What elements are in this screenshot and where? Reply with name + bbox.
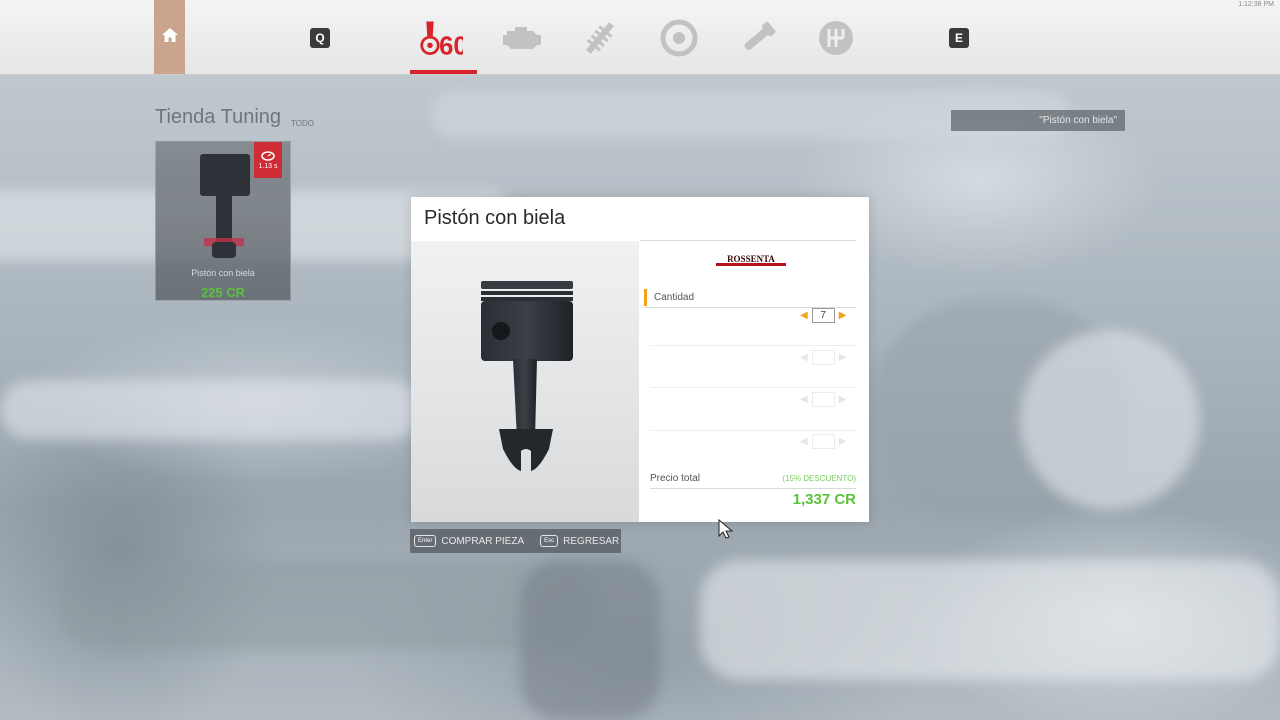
performance-badge: 1.13 s bbox=[254, 142, 282, 178]
back-button[interactable]: Esc REGRESAR bbox=[536, 535, 619, 547]
part-detail-dialog: Pistón con biela ROSSENTA Cantidad ◀ 7 ▶… bbox=[411, 197, 869, 522]
decrease-arrow-icon: ◀ bbox=[800, 393, 808, 405]
empty-value-box bbox=[811, 392, 835, 407]
decrease-arrow-icon: ◀ bbox=[800, 351, 808, 363]
stopwatch-icon bbox=[261, 150, 275, 163]
piston-thumbnail bbox=[200, 152, 250, 267]
gearbox-icon[interactable] bbox=[814, 16, 858, 60]
svg-text:60: 60 bbox=[439, 33, 463, 61]
piston-image bbox=[479, 279, 575, 484]
disabled-stepper: ◀ ▶ bbox=[800, 434, 846, 449]
enter-key-icon: Enter bbox=[414, 535, 437, 547]
top-navigation-bar: Q 60 E 1:12:38 PM bbox=[0, 0, 1280, 75]
mouse-cursor-icon bbox=[717, 518, 737, 545]
total-price-label: Precio total bbox=[650, 473, 701, 484]
action-hints-bar: Enter COMPRAR PIEZA Esc REGRESAR bbox=[410, 529, 621, 553]
disabled-stepper: ◀ ▶ bbox=[800, 350, 846, 365]
buy-part-label: COMPRAR PIEZA bbox=[441, 535, 525, 547]
decrease-arrow-icon: ◀ bbox=[800, 435, 808, 447]
increase-arrow-icon: ▶ bbox=[838, 435, 847, 447]
svg-text:ROSSENTA: ROSSENTA bbox=[727, 254, 775, 264]
back-label: REGRESAR bbox=[563, 535, 620, 547]
decrease-arrow-icon[interactable]: ◀ bbox=[800, 310, 808, 321]
increase-arrow-icon: ▶ bbox=[838, 351, 847, 363]
selected-row-marker bbox=[644, 289, 647, 306]
empty-value-box bbox=[811, 350, 835, 365]
row-divider bbox=[650, 345, 856, 346]
suspension-icon[interactable] bbox=[578, 16, 622, 60]
brakes-icon[interactable] bbox=[657, 16, 701, 60]
quantity-label: Cantidad bbox=[654, 292, 695, 303]
quantity-stepper[interactable]: ◀ 7 ▶ bbox=[800, 308, 846, 323]
home-button[interactable] bbox=[154, 0, 185, 74]
tuning-60-icon[interactable]: 60 bbox=[419, 16, 463, 60]
dialog-title: Pistón con biela bbox=[424, 207, 566, 229]
item-card-name: Pistón con biela bbox=[191, 268, 255, 278]
prev-category-key[interactable]: Q bbox=[310, 28, 330, 48]
item-card[interactable]: 1.13 s Pistón con biela 225 CR bbox=[155, 141, 291, 301]
empty-value-box bbox=[811, 434, 835, 449]
total-divider bbox=[650, 488, 856, 489]
brand-logo: ROSSENTA bbox=[716, 253, 786, 267]
discount-text: (15% DESCUENTO) bbox=[782, 474, 856, 483]
row-divider bbox=[650, 430, 856, 431]
shop-title: Tienda Tuning bbox=[155, 106, 282, 128]
disabled-stepper: ◀ ▶ bbox=[800, 392, 846, 407]
esc-key-icon: Esc bbox=[540, 535, 559, 547]
total-price: 1,337 CR bbox=[792, 491, 856, 508]
item-card-price: 225 CR bbox=[200, 285, 246, 300]
increase-arrow-icon[interactable]: ▶ bbox=[839, 310, 847, 321]
buy-part-button[interactable]: Enter COMPRAR PIEZA bbox=[410, 535, 524, 547]
part-options-panel: ROSSENTA Cantidad ◀ 7 ▶ ◀ ▶ ◀ ▶ ◀ ▶ Prec… bbox=[640, 241, 869, 522]
quantity-value[interactable]: 7 bbox=[811, 308, 835, 323]
part-image-panel bbox=[411, 241, 639, 522]
badge-value: 1.13 s bbox=[258, 162, 278, 170]
shop-filter-label: TODO bbox=[291, 119, 314, 128]
active-category-indicator bbox=[410, 70, 477, 74]
search-filter[interactable]: "Pistón con biela" bbox=[951, 110, 1125, 131]
clock: 1:12:38 PM bbox=[1238, 1, 1274, 8]
search-filter-text: "Pistón con biela" bbox=[1039, 115, 1117, 126]
exhaust-icon[interactable] bbox=[736, 16, 780, 60]
engine-icon[interactable] bbox=[500, 16, 544, 60]
row-divider bbox=[650, 387, 856, 388]
increase-arrow-icon: ▶ bbox=[838, 393, 847, 405]
home-icon bbox=[161, 27, 179, 48]
next-category-key[interactable]: E bbox=[949, 28, 969, 48]
quantity-row: Cantidad bbox=[644, 289, 856, 308]
